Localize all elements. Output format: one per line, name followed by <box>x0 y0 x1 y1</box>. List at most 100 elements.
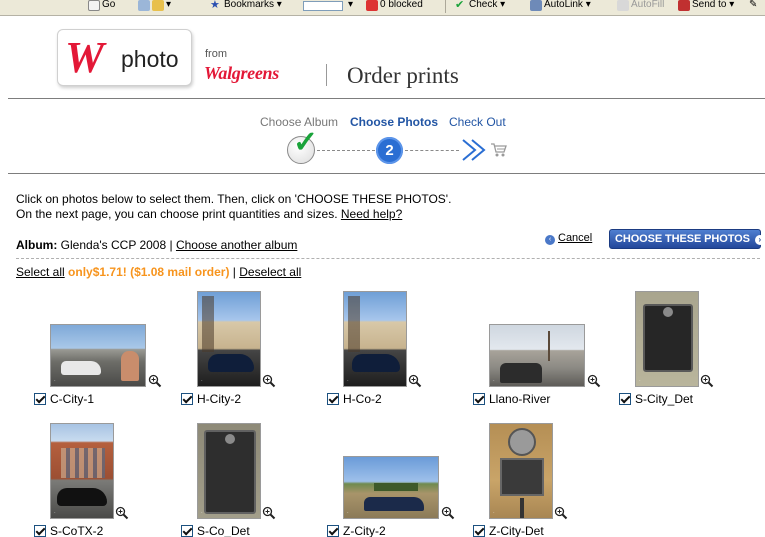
instruction-line-1: Click on photos below to select them. Th… <box>16 192 452 206</box>
from-label: from <box>205 48 227 60</box>
photo-stamp: · <box>201 378 203 384</box>
chevron-down-icon: ▾ <box>166 0 172 10</box>
logo-word: photo <box>121 46 179 72</box>
logo-letter: W <box>65 33 105 82</box>
bookmarks-button[interactable]: ★ Bookmarks ▾ <box>210 0 282 12</box>
photo-thumbnail[interactable]: · <box>489 423 553 519</box>
choose-these-photos-button[interactable]: CHOOSE THESE PHOTOS › <box>609 229 765 249</box>
photo-caption: S-Co_Det <box>197 524 250 537</box>
select-all-link[interactable]: Select all <box>16 265 65 279</box>
photo-stamp: · <box>201 510 203 516</box>
autolink-button[interactable]: AutoLink ▾ <box>530 0 591 12</box>
photo-caption: S-CoTX-2 <box>50 524 104 537</box>
current-step-circle: 2 <box>376 137 403 164</box>
checkmark-icon: ✔ <box>455 0 465 11</box>
star-icon: ★ <box>210 0 220 11</box>
photo-thumbnail[interactable]: · <box>343 456 439 519</box>
photo-checkbox[interactable] <box>181 525 193 537</box>
photo-caption: C-City-1 <box>50 392 94 406</box>
choose-button-label: CHOOSE THESE PHOTOS <box>615 233 750 245</box>
instruction-text: On the next page, you can choose print q… <box>16 207 338 221</box>
photo-stamp: · <box>54 510 56 516</box>
selection-separator: | <box>232 265 236 279</box>
send-to-button[interactable]: Send to ▾ <box>678 0 734 12</box>
send-icon <box>678 0 690 11</box>
photo-checkbox[interactable] <box>181 393 193 405</box>
photo-checkbox[interactable] <box>473 393 485 405</box>
photo-thumbnail[interactable]: · <box>343 291 407 387</box>
choose-another-album-link[interactable]: Choose another album <box>176 238 297 252</box>
photo-caption: Llano-River <box>489 392 551 406</box>
bookmarks-label: Bookmarks <box>224 0 275 10</box>
photo-stamp: · <box>493 510 495 516</box>
photo-checkbox[interactable] <box>619 393 631 405</box>
photo-stamp: · <box>347 510 349 516</box>
check-label: Check <box>469 0 498 10</box>
go-label: Go <box>102 0 116 10</box>
cancel-link[interactable]: ‹ Cancel <box>545 232 592 245</box>
album-label: Album: <box>16 238 58 252</box>
zoom-icon[interactable] <box>262 374 276 388</box>
go-button[interactable]: Go <box>88 0 115 12</box>
popup-blocker-button[interactable]: 0 blocked <box>366 0 423 12</box>
autofill-button[interactable]: AutoFill <box>617 0 664 12</box>
photo-thumbnail[interactable]: · <box>489 324 585 387</box>
cancel-icon: ‹ <box>545 235 555 245</box>
photo-checkbox[interactable] <box>473 525 485 537</box>
photo-checkbox[interactable] <box>34 525 46 537</box>
photo-caption: H-City-2 <box>197 392 241 406</box>
photo-caption: Z-City-Det <box>489 524 544 537</box>
photo-checkbox[interactable] <box>34 393 46 405</box>
chevron-right-icon <box>462 139 486 161</box>
photo-stamp: · <box>54 378 56 384</box>
go-icon <box>88 0 100 11</box>
photo-thumbnail[interactable]: · <box>635 291 699 387</box>
page-title: Order prints <box>347 63 459 88</box>
photo-thumbnail[interactable]: · <box>50 324 146 387</box>
photo-thumbnail[interactable]: · <box>197 423 261 519</box>
step-connector <box>405 150 459 151</box>
photo-caption: H-Co-2 <box>343 392 382 406</box>
zoom-icon[interactable] <box>262 506 276 520</box>
autolink-label: AutoLink <box>544 0 583 10</box>
popup-blocked-label: 0 blocked <box>380 0 423 10</box>
autolink-icon <box>530 0 542 11</box>
zoom-icon[interactable] <box>441 506 455 520</box>
steps-rule <box>8 173 765 174</box>
album-name: Glenda's CCP 2008 <box>60 238 167 252</box>
toolbar-icons-group[interactable]: ▾ <box>138 0 174 12</box>
instruction-line-2: On the next page, you can choose print q… <box>16 207 402 221</box>
check-button[interactable]: ✔ Check ▾ <box>455 0 505 12</box>
zoom-icon[interactable] <box>700 374 714 388</box>
walgreens-brand: Walgreens <box>204 63 279 83</box>
need-help-link[interactable]: Need help? <box>341 207 402 221</box>
blocker-icon <box>366 0 378 11</box>
autofill-label: AutoFill <box>631 0 665 10</box>
header-rule <box>8 98 765 99</box>
toolbar-dropdown[interactable]: ▾ <box>348 0 353 12</box>
photo-thumbnail[interactable]: · <box>50 423 114 519</box>
step-check-out: Check Out <box>449 115 506 129</box>
photo-thumbnail[interactable]: · <box>197 291 261 387</box>
edit-icon <box>138 0 150 11</box>
folder-icon <box>152 0 164 11</box>
zoom-icon[interactable] <box>587 374 601 388</box>
photo-stamp: · <box>639 378 641 384</box>
toolbar-search-field[interactable] <box>303 1 343 11</box>
section-divider <box>16 258 760 259</box>
cart-icon <box>491 143 507 157</box>
zoom-icon[interactable] <box>148 374 162 388</box>
zoom-icon[interactable] <box>408 374 422 388</box>
pen-icon[interactable]: ✎ <box>749 0 757 12</box>
zoom-icon[interactable] <box>115 506 129 520</box>
cancel-label: Cancel <box>558 232 593 244</box>
send-to-label: Send to <box>692 0 727 10</box>
photo-checkbox[interactable] <box>327 393 339 405</box>
photo-caption: S-City_Det <box>635 392 694 406</box>
walgreens-photo-logo[interactable]: W photo <box>57 29 192 86</box>
zoom-icon[interactable] <box>554 506 568 520</box>
step-connector <box>317 150 375 151</box>
toolbar-divider <box>445 0 446 13</box>
deselect-all-link[interactable]: Deselect all <box>239 265 301 279</box>
photo-checkbox[interactable] <box>327 525 339 537</box>
